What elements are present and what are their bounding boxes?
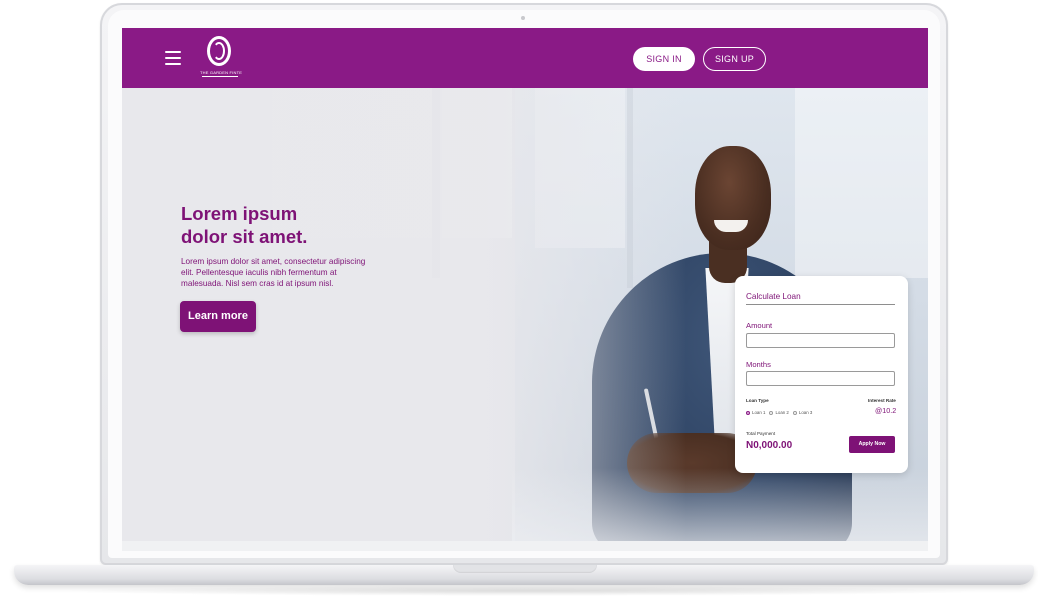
loan-option-label: Loan 3 <box>798 410 813 415</box>
loan-option-label: Loan 2 <box>775 410 789 415</box>
total-payment-label: Total Payment <box>746 431 776 436</box>
radio-icon <box>792 410 797 415</box>
loan-type-label: Loan Type <box>746 398 769 403</box>
loan-type-options: Loan 1 Loan 2 Loan 3 <box>746 410 812 415</box>
loan-calculator-card: Calculate Loan Amount Months Loan Type L… <box>735 276 908 473</box>
amount-label: Amount <box>746 321 773 330</box>
apply-now-button[interactable]: Apply Now <box>849 436 895 453</box>
radio-icon <box>769 410 774 415</box>
logo-swirl-icon <box>213 42 225 60</box>
loan-calculator-title: Calculate Loan <box>746 292 801 301</box>
logo-text: THE GARDEN FINTE <box>200 70 243 75</box>
interest-rate-label: Interest Rate <box>868 398 896 403</box>
loan-option-1[interactable]: Loan 1 <box>746 410 765 415</box>
hamburger-icon[interactable] <box>165 51 181 65</box>
amount-input[interactable] <box>746 333 895 348</box>
laptop-shadow <box>60 586 988 596</box>
top-navbar: THE GARDEN FINTE SIGN IN SIGN UP <box>122 28 928 88</box>
months-label: Months <box>746 360 771 369</box>
interest-rate-value: @10.2 <box>875 406 897 415</box>
title-divider <box>746 304 895 305</box>
brand-logo[interactable]: THE GARDEN FINTE <box>200 36 243 80</box>
loan-option-label: Loan 1 <box>752 410 766 415</box>
laptop-chin <box>122 541 928 551</box>
laptop-notch <box>453 565 597 573</box>
hero-bottom-fade <box>512 468 928 541</box>
hero-title: Lorem ipsum dolor sit amet. <box>181 202 401 248</box>
camera-icon <box>521 16 525 20</box>
loan-option-2[interactable]: Loan 2 <box>769 410 789 415</box>
logo-underline <box>202 76 238 77</box>
loan-option-3[interactable]: Loan 3 <box>792 410 813 415</box>
hero-body-text: Lorem ipsum dolor sit amet, consectetur … <box>181 257 366 288</box>
hero-title-line: dolor sit amet. <box>181 226 308 247</box>
laptop-screen: THE GARDEN FINTE SIGN IN SIGN UP Lorem i… <box>122 28 928 541</box>
sign-in-button[interactable]: SIGN IN <box>633 47 695 71</box>
sign-up-button[interactable]: SIGN UP <box>703 47 766 71</box>
months-input[interactable] <box>746 371 895 386</box>
hero-title-line: Lorem ipsum <box>181 203 298 224</box>
total-payment-value: N0,000.00 <box>746 440 793 451</box>
learn-more-button[interactable]: Learn more <box>180 301 256 332</box>
radio-selected-icon <box>746 410 750 415</box>
